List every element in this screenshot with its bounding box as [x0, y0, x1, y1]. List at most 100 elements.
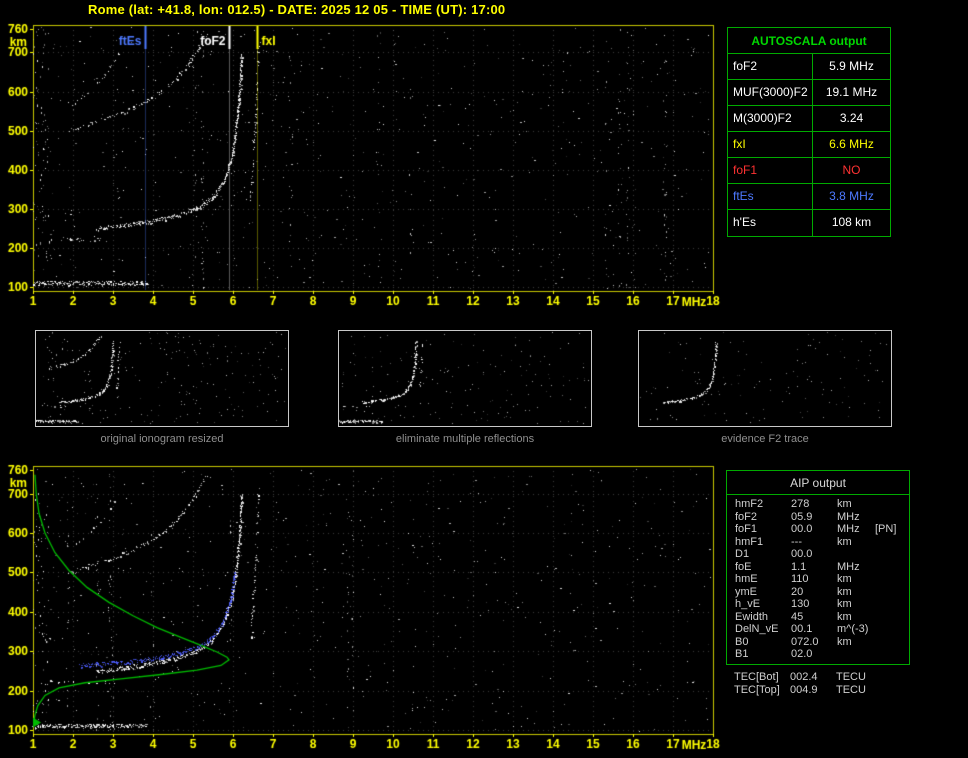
aip-extra: [875, 611, 909, 624]
autoscala-row-label: M(3000)F2: [728, 106, 813, 131]
aip-unit: km: [837, 610, 852, 623]
aip-row: hmE 110 km: [727, 573, 909, 586]
autoscala-row-label: h'Es: [728, 210, 813, 236]
autoscala-rows: foF2 5.9 MHz MUF(3000)F2 19.1 MHz M(3000)F2 3…: [728, 54, 890, 236]
aip-row: foF1 00.0 MHz [PN]: [727, 523, 909, 536]
aip-label: ymE: [735, 585, 757, 598]
thumb-caption-eliminate: eliminate multiple reflections: [395, 433, 535, 445]
aip-row: DelN_vE 00.1 m^(-3): [727, 623, 909, 636]
aip-rows: hmF2 278 km foF2 05.9 MHz foF1 00.0 MHz [PN] hmF1 -…: [727, 498, 909, 661]
aip-label: B1: [735, 648, 749, 660]
autoscala-row: h'Es 108 km: [728, 210, 890, 236]
autoscala-row-value: 3.24: [839, 111, 864, 125]
tec-label: TEC[Bot]: [734, 671, 779, 683]
aip-value: 072.0: [791, 635, 819, 648]
tec-row: TEC[Top] 004.9 TECU: [726, 684, 910, 697]
aip-unit: MHz: [837, 560, 860, 573]
autoscala-row-value: 5.9 MHz: [829, 59, 874, 73]
bottom-ionogram-canvas: [0, 458, 725, 758]
aip-value: 110: [791, 573, 809, 585]
aip-unit: km: [837, 585, 852, 598]
aip-header: AIP output: [727, 471, 909, 495]
autoscala-row-value: 3.8 MHz: [829, 189, 874, 203]
aip-label: D1: [735, 548, 750, 560]
aip-row: hmF2 278 km: [727, 498, 909, 511]
aip-value: 130: [791, 598, 810, 610]
top-ionogram-canvas: [0, 22, 725, 322]
tec-unit: TECU: [836, 684, 866, 696]
tec-unit: TECU: [836, 671, 866, 683]
autoscala-row-label: foF1: [728, 158, 813, 183]
aip-extra: [875, 548, 909, 561]
autoscala-row-value: NO: [842, 163, 861, 177]
aip-unit: [837, 648, 875, 661]
aip-extra: [875, 636, 909, 649]
aip-label: B0: [735, 635, 749, 648]
aip-label: foE: [735, 560, 752, 573]
thumb-caption-evidence: evidence F2 trace: [721, 433, 809, 445]
aip-label: h_vE: [735, 598, 761, 610]
aip-extra: [875, 586, 909, 599]
aip-label: hmE: [735, 573, 758, 585]
autoscala-header: AUTOSCALA output: [728, 28, 890, 54]
aip-extra: [875, 511, 909, 524]
aip-label: foF1: [735, 523, 758, 535]
autoscala-screen: Rome (lat: +41.8, lon: 012.5) - DATE: 20…: [0, 0, 968, 758]
autoscala-row: ftEs 3.8 MHz: [728, 184, 890, 210]
aip-value: 05.9: [791, 510, 813, 523]
aip-unit: [837, 548, 875, 561]
autoscala-output-panel: AUTOSCALA output foF2 5.9 MHz MUF(3000)F2 1…: [727, 27, 891, 237]
aip-label: hmF1: [735, 535, 764, 548]
aip-row: B1 02.0: [727, 648, 909, 661]
aip-value: 278: [791, 498, 810, 510]
autoscala-row-label: foF2: [728, 54, 813, 79]
aip-value: 1.1: [791, 560, 807, 573]
aip-output-panel: AIP output hmF2 278 km foF2 05.9 MHz foF1 00.0 M…: [726, 470, 910, 665]
aip-row: foE 1.1 MHz: [727, 561, 909, 574]
aip-value: 02.0: [791, 648, 813, 660]
aip-unit: km: [837, 535, 852, 548]
autoscala-row: foF1 NO: [728, 158, 890, 184]
thumb-eliminate-canvas: [339, 331, 591, 426]
tec-value: 002.4: [790, 671, 818, 683]
aip-value: 20: [791, 585, 804, 598]
aip-unit: MHz: [837, 523, 860, 535]
autoscala-row: fxI 6.6 MHz: [728, 132, 890, 158]
aip-label: foF2: [735, 510, 758, 523]
autoscala-row: MUF(3000)F2 19.1 MHz: [728, 80, 890, 106]
aip-unit: km: [837, 573, 852, 585]
autoscala-row-label: ftEs: [728, 184, 813, 209]
aip-extra: [875, 536, 909, 549]
aip-row: foF2 05.9 MHz: [727, 511, 909, 524]
aip-extra: [875, 648, 909, 661]
aip-label: hmF2: [735, 498, 764, 510]
aip-extra: [875, 573, 909, 586]
autoscala-row-label: fxI: [728, 132, 813, 157]
aip-value: 00.1: [791, 623, 813, 635]
thumb-evidence-canvas: [639, 331, 891, 426]
tec-row: TEC[Bot] 002.4 TECU: [726, 671, 910, 684]
aip-value: 00.0: [791, 523, 813, 535]
aip-label: DelN_vE: [735, 623, 779, 635]
autoscala-row: foF2 5.9 MHz: [728, 54, 890, 80]
thumb-original-ionogram: [35, 330, 289, 427]
thumb-evidence-f2: [638, 330, 892, 427]
tec-label: TEC[Top]: [734, 684, 780, 696]
aip-unit: m^(-3): [837, 623, 869, 635]
autoscala-row-value: 6.6 MHz: [829, 137, 874, 151]
aip-row: hmF1 --- km: [727, 536, 909, 549]
thumb-caption-original: original ionogram resized: [100, 433, 224, 445]
aip-label: Ewidth: [735, 610, 769, 623]
aip-unit: MHz: [837, 510, 860, 523]
aip-unit: km: [837, 598, 852, 610]
aip-unit: km: [837, 635, 852, 648]
aip-unit: km: [837, 498, 852, 510]
aip-value: 00.0: [791, 548, 813, 560]
autoscala-row-value: 108 km: [831, 215, 872, 229]
aip-row: ymE 20 km: [727, 586, 909, 599]
autoscala-row-value: 19.1 MHz: [825, 85, 878, 99]
autoscala-row-label: MUF(3000)F2: [728, 80, 813, 105]
aip-value: 45: [791, 610, 804, 623]
aip-extra: [875, 598, 909, 611]
autoscala-row: M(3000)F2 3.24: [728, 106, 890, 132]
